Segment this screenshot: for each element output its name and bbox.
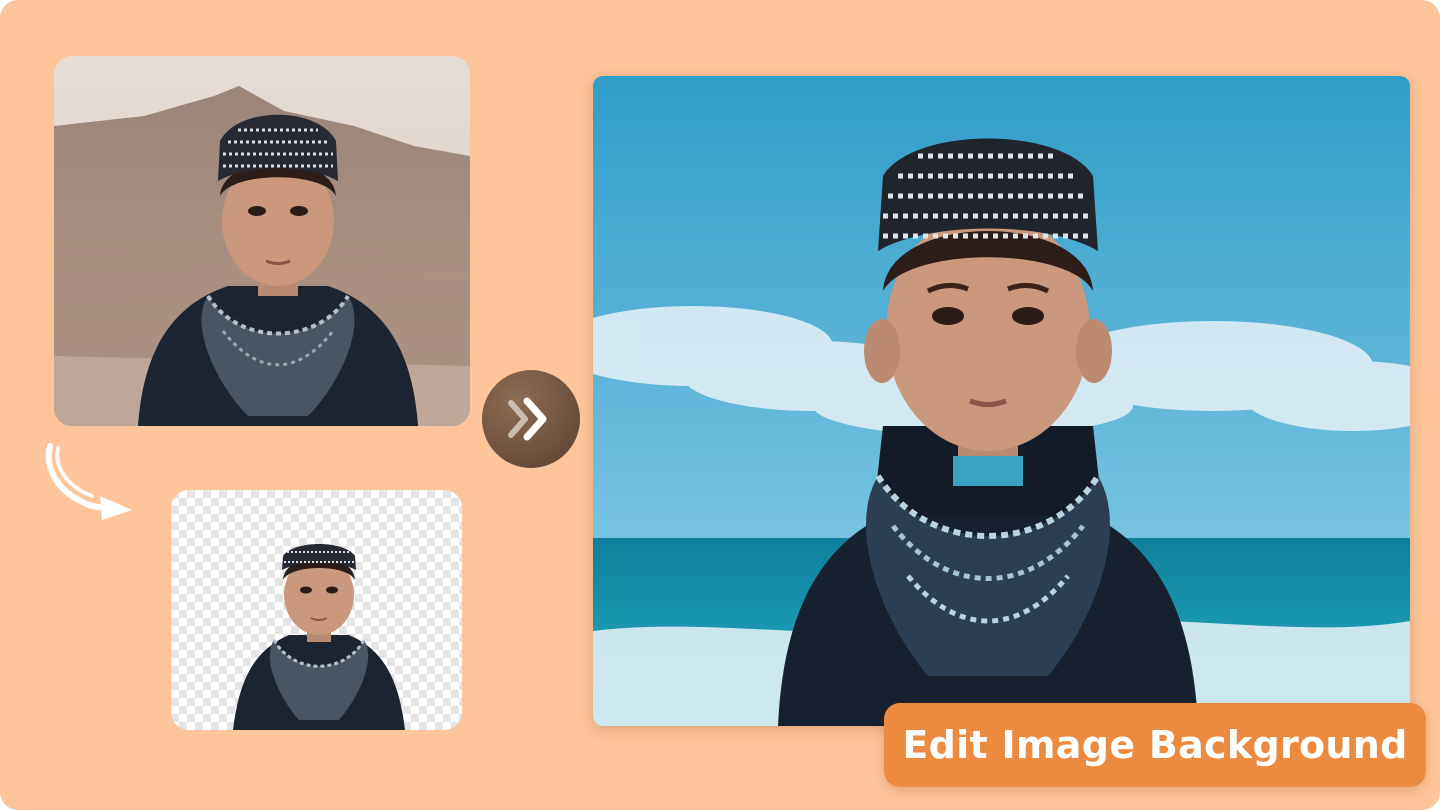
result-photo-illustration bbox=[593, 76, 1410, 726]
original-photo-illustration bbox=[54, 56, 470, 426]
cutout-photo bbox=[171, 490, 462, 730]
canvas: Edit Image Background bbox=[0, 0, 1440, 810]
curved-arrow-svg bbox=[45, 443, 132, 520]
badge-label: Edit Image Background bbox=[902, 723, 1408, 767]
edit-background-badge[interactable]: Edit Image Background bbox=[884, 703, 1426, 787]
original-photo bbox=[54, 56, 470, 426]
next-button[interactable] bbox=[482, 370, 580, 468]
result-photo bbox=[593, 76, 1410, 726]
curved-arrow-icon bbox=[40, 440, 140, 520]
double-chevron-right-icon bbox=[508, 397, 547, 441]
cutout-photo-illustration bbox=[171, 490, 462, 730]
